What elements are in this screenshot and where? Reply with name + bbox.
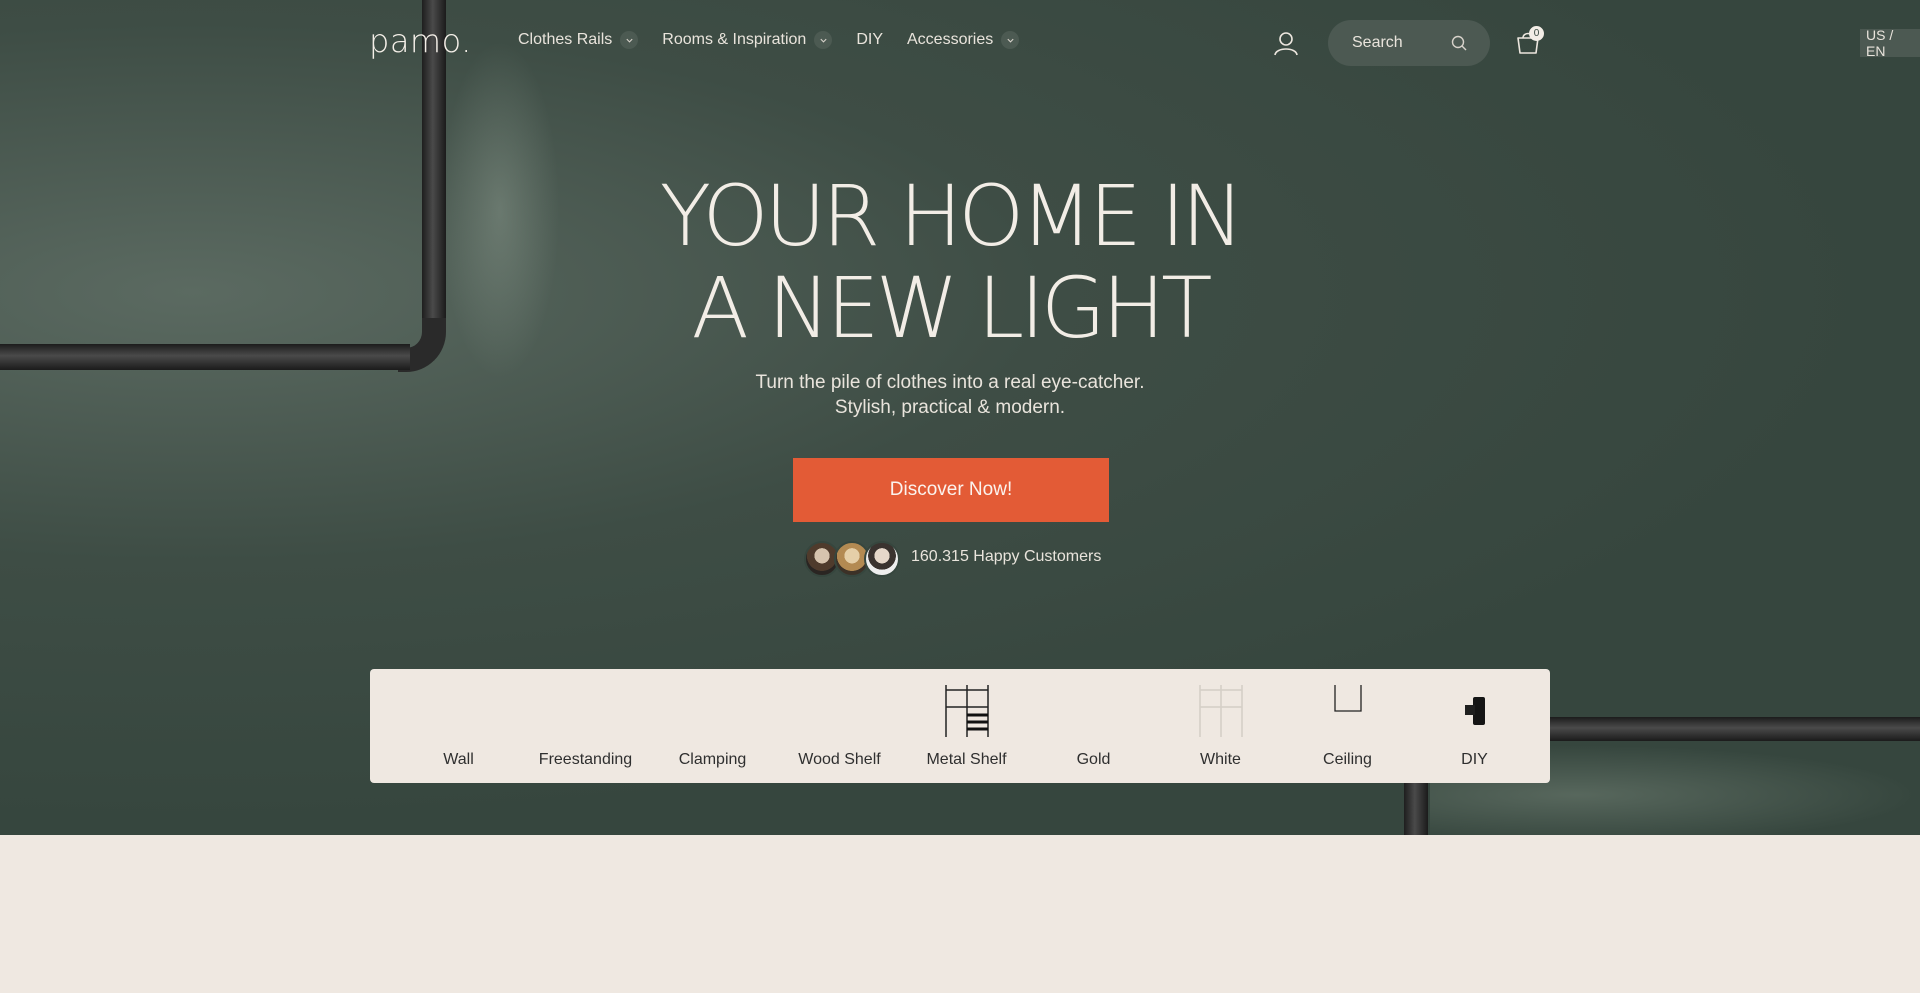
category-thumbnail [903,683,1030,739]
chevron-down-icon [620,31,639,49]
category-clamping[interactable]: Clamping [649,669,776,783]
pipe-decoration [1540,717,1920,741]
category-wood-shelf[interactable]: Wood Shelf [776,669,903,783]
category-gold[interactable]: Gold [1030,669,1157,783]
main-nav: Clothes Rails Rooms & Inspiration DIY Ac… [518,31,1020,49]
nav-label: DIY [856,31,883,48]
category-wall[interactable]: Wall [395,669,522,783]
nav-label: Rooms & Inspiration [662,31,807,48]
nav-label: Accessories [907,31,994,48]
white-rack-icon [1198,685,1243,737]
category-thumbnail [522,683,649,739]
category-diy[interactable]: DIY [1411,669,1538,783]
category-label: Wood Shelf [798,751,881,768]
category-label: White [1200,751,1241,768]
nav-clothes-rails[interactable]: Clothes Rails [518,31,639,49]
ceiling-rail-icon [1333,685,1362,712]
site-header: pamo. Clothes Rails Rooms & Inspiration … [0,0,1920,84]
user-account-icon[interactable] [1273,30,1299,56]
category-thumbnail [395,683,522,739]
nav-diy[interactable]: DIY [856,31,883,49]
avatar [864,541,900,577]
category-label: Ceiling [1323,751,1372,768]
discover-now-button[interactable]: Discover Now! [793,458,1109,522]
category-thumbnail [1284,683,1411,739]
category-thumbnail [776,683,903,739]
search-input[interactable] [1350,33,1450,53]
nav-label: Clothes Rails [518,31,613,48]
customer-avatars [804,541,900,577]
hero-headline: YOUR HOME IN A NEW LIGHT [0,170,1900,354]
logo[interactable]: pamo. [369,22,472,60]
category-label: Metal Shelf [926,751,1007,768]
category-label: Gold [1076,751,1111,768]
diy-connector-icon [1464,697,1485,725]
headline-line-1: YOUR HOME IN [659,167,1245,265]
happy-customers-count: 160.315 Happy Customers [911,548,1102,565]
chevron-down-icon [814,31,833,49]
subtitle-line-2: Stylish, practical & modern. [834,397,1066,418]
category-label: Clamping [678,751,747,768]
cart-count-badge: 0 [1529,26,1544,41]
category-thumbnail [1030,683,1157,739]
category-metal-shelf[interactable]: Metal Shelf [903,669,1030,783]
search-box[interactable] [1328,20,1490,66]
category-label: Freestanding [538,751,633,768]
locale-switcher[interactable]: US / EN [1860,27,1920,59]
category-bar: Wall Freestanding Clamping Wood Shelf Me… [370,669,1550,783]
category-white[interactable]: White [1157,669,1284,783]
metal-shelf-icon [944,685,989,737]
headline-line-2: A NEW LIGHT [691,259,1213,357]
category-freestanding[interactable]: Freestanding [522,669,649,783]
category-label: DIY [1461,751,1488,768]
search-icon[interactable] [1450,34,1468,52]
category-thumbnail [1157,683,1284,739]
chevron-down-icon [1001,31,1020,49]
nav-rooms-inspiration[interactable]: Rooms & Inspiration [662,31,833,49]
category-thumbnail [649,683,776,739]
nav-accessories[interactable]: Accessories [907,31,1020,49]
subtitle-line-1: Turn the pile of clothes into a real eye… [755,372,1145,393]
category-thumbnail [1411,683,1538,739]
hero-subtitle: Turn the pile of clothes into a real eye… [0,370,1900,420]
category-label: Wall [443,751,474,768]
category-ceiling[interactable]: Ceiling [1284,669,1411,783]
pipe-decoration [1404,780,1428,835]
